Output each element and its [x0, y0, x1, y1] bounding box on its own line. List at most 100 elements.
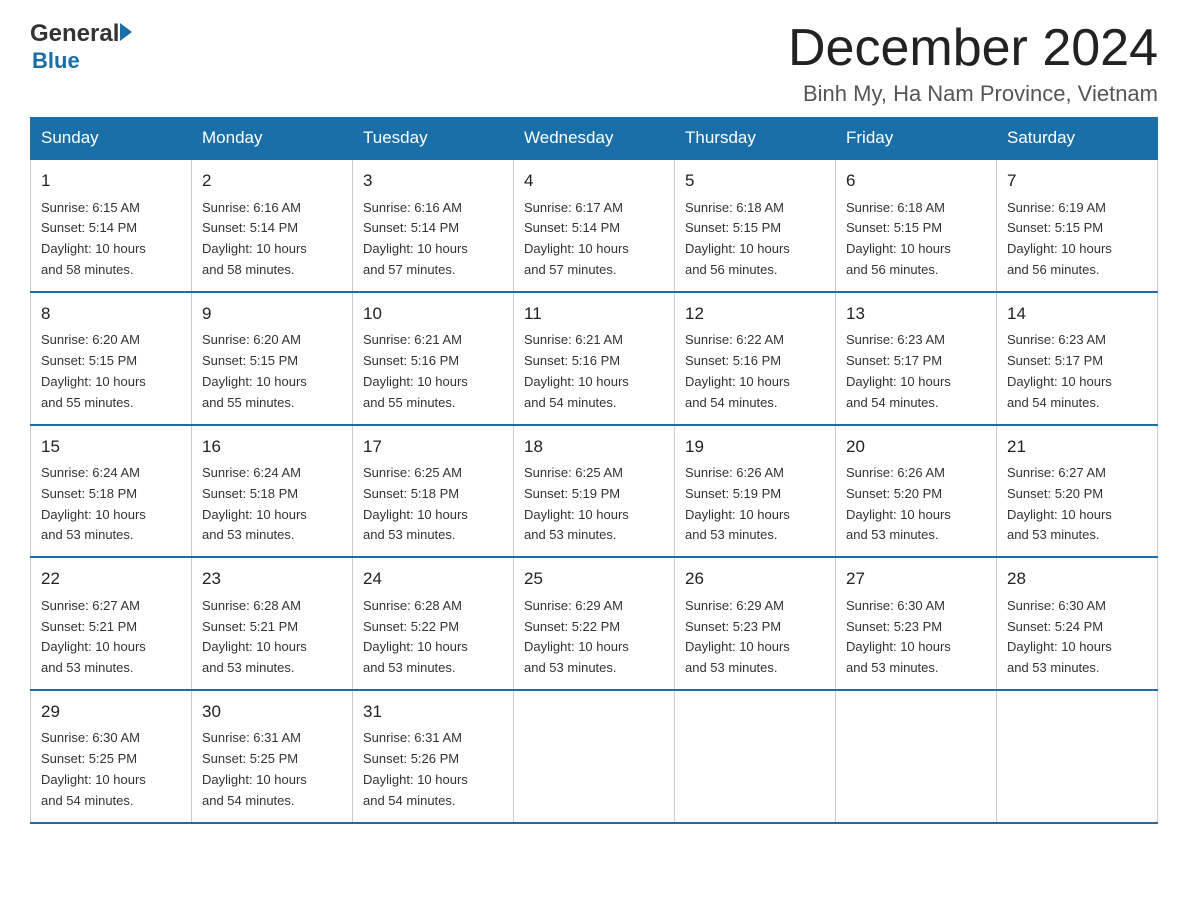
day-info: Sunrise: 6:15 AMSunset: 5:14 PMDaylight:…	[41, 200, 146, 277]
day-info: Sunrise: 6:16 AMSunset: 5:14 PMDaylight:…	[202, 200, 307, 277]
day-number: 31	[363, 699, 503, 725]
calendar-cell: 15 Sunrise: 6:24 AMSunset: 5:18 PMDaylig…	[31, 425, 192, 558]
calendar-cell: 29 Sunrise: 6:30 AMSunset: 5:25 PMDaylig…	[31, 690, 192, 823]
header-thursday: Thursday	[675, 118, 836, 160]
day-info: Sunrise: 6:27 AMSunset: 5:21 PMDaylight:…	[41, 598, 146, 675]
calendar-cell: 24 Sunrise: 6:28 AMSunset: 5:22 PMDaylig…	[353, 557, 514, 690]
calendar-cell	[675, 690, 836, 823]
day-info: Sunrise: 6:30 AMSunset: 5:24 PMDaylight:…	[1007, 598, 1112, 675]
logo-arrow-icon	[120, 23, 132, 41]
day-number: 8	[41, 301, 181, 327]
day-number: 18	[524, 434, 664, 460]
day-info: Sunrise: 6:26 AMSunset: 5:19 PMDaylight:…	[685, 465, 790, 542]
title-area: December 2024 Binh My, Ha Nam Province, …	[788, 20, 1158, 107]
day-info: Sunrise: 6:17 AMSunset: 5:14 PMDaylight:…	[524, 200, 629, 277]
calendar-table: SundayMondayTuesdayWednesdayThursdayFrid…	[30, 117, 1158, 823]
day-number: 3	[363, 168, 503, 194]
day-number: 20	[846, 434, 986, 460]
day-info: Sunrise: 6:28 AMSunset: 5:21 PMDaylight:…	[202, 598, 307, 675]
calendar-cell: 6 Sunrise: 6:18 AMSunset: 5:15 PMDayligh…	[836, 159, 997, 292]
day-info: Sunrise: 6:20 AMSunset: 5:15 PMDaylight:…	[202, 332, 307, 409]
calendar-cell: 7 Sunrise: 6:19 AMSunset: 5:15 PMDayligh…	[997, 159, 1158, 292]
calendar-cell: 30 Sunrise: 6:31 AMSunset: 5:25 PMDaylig…	[192, 690, 353, 823]
day-number: 5	[685, 168, 825, 194]
week-row-4: 22 Sunrise: 6:27 AMSunset: 5:21 PMDaylig…	[31, 557, 1158, 690]
location-title: Binh My, Ha Nam Province, Vietnam	[788, 81, 1158, 107]
calendar-cell	[836, 690, 997, 823]
calendar-cell: 4 Sunrise: 6:17 AMSunset: 5:14 PMDayligh…	[514, 159, 675, 292]
day-number: 21	[1007, 434, 1147, 460]
day-number: 15	[41, 434, 181, 460]
day-info: Sunrise: 6:29 AMSunset: 5:23 PMDaylight:…	[685, 598, 790, 675]
week-row-3: 15 Sunrise: 6:24 AMSunset: 5:18 PMDaylig…	[31, 425, 1158, 558]
day-info: Sunrise: 6:21 AMSunset: 5:16 PMDaylight:…	[363, 332, 468, 409]
day-number: 11	[524, 301, 664, 327]
header-friday: Friday	[836, 118, 997, 160]
header-sunday: Sunday	[31, 118, 192, 160]
logo-general: General	[30, 20, 119, 48]
weekday-header-row: SundayMondayTuesdayWednesdayThursdayFrid…	[31, 118, 1158, 160]
day-number: 16	[202, 434, 342, 460]
week-row-1: 1 Sunrise: 6:15 AMSunset: 5:14 PMDayligh…	[31, 159, 1158, 292]
day-info: Sunrise: 6:18 AMSunset: 5:15 PMDaylight:…	[846, 200, 951, 277]
calendar-cell: 25 Sunrise: 6:29 AMSunset: 5:22 PMDaylig…	[514, 557, 675, 690]
day-info: Sunrise: 6:21 AMSunset: 5:16 PMDaylight:…	[524, 332, 629, 409]
day-number: 28	[1007, 566, 1147, 592]
day-number: 12	[685, 301, 825, 327]
logo-blue-text: Blue	[32, 48, 80, 74]
calendar-cell: 12 Sunrise: 6:22 AMSunset: 5:16 PMDaylig…	[675, 292, 836, 425]
day-number: 23	[202, 566, 342, 592]
calendar-cell: 20 Sunrise: 6:26 AMSunset: 5:20 PMDaylig…	[836, 425, 997, 558]
calendar-cell: 27 Sunrise: 6:30 AMSunset: 5:23 PMDaylig…	[836, 557, 997, 690]
day-info: Sunrise: 6:24 AMSunset: 5:18 PMDaylight:…	[41, 465, 146, 542]
calendar-cell: 9 Sunrise: 6:20 AMSunset: 5:15 PMDayligh…	[192, 292, 353, 425]
calendar-cell: 17 Sunrise: 6:25 AMSunset: 5:18 PMDaylig…	[353, 425, 514, 558]
day-number: 2	[202, 168, 342, 194]
week-row-2: 8 Sunrise: 6:20 AMSunset: 5:15 PMDayligh…	[31, 292, 1158, 425]
day-info: Sunrise: 6:27 AMSunset: 5:20 PMDaylight:…	[1007, 465, 1112, 542]
calendar-cell: 2 Sunrise: 6:16 AMSunset: 5:14 PMDayligh…	[192, 159, 353, 292]
day-info: Sunrise: 6:29 AMSunset: 5:22 PMDaylight:…	[524, 598, 629, 675]
page-header: General Blue December 2024 Binh My, Ha N…	[30, 20, 1158, 107]
calendar-cell: 22 Sunrise: 6:27 AMSunset: 5:21 PMDaylig…	[31, 557, 192, 690]
day-number: 10	[363, 301, 503, 327]
header-saturday: Saturday	[997, 118, 1158, 160]
calendar-cell: 18 Sunrise: 6:25 AMSunset: 5:19 PMDaylig…	[514, 425, 675, 558]
day-info: Sunrise: 6:20 AMSunset: 5:15 PMDaylight:…	[41, 332, 146, 409]
day-info: Sunrise: 6:31 AMSunset: 5:26 PMDaylight:…	[363, 730, 468, 807]
calendar-cell: 13 Sunrise: 6:23 AMSunset: 5:17 PMDaylig…	[836, 292, 997, 425]
day-number: 9	[202, 301, 342, 327]
week-row-5: 29 Sunrise: 6:30 AMSunset: 5:25 PMDaylig…	[31, 690, 1158, 823]
day-info: Sunrise: 6:30 AMSunset: 5:25 PMDaylight:…	[41, 730, 146, 807]
day-number: 25	[524, 566, 664, 592]
calendar-cell	[997, 690, 1158, 823]
calendar-cell	[514, 690, 675, 823]
calendar-cell: 26 Sunrise: 6:29 AMSunset: 5:23 PMDaylig…	[675, 557, 836, 690]
day-info: Sunrise: 6:22 AMSunset: 5:16 PMDaylight:…	[685, 332, 790, 409]
day-info: Sunrise: 6:23 AMSunset: 5:17 PMDaylight:…	[1007, 332, 1112, 409]
day-info: Sunrise: 6:25 AMSunset: 5:19 PMDaylight:…	[524, 465, 629, 542]
calendar-cell: 10 Sunrise: 6:21 AMSunset: 5:16 PMDaylig…	[353, 292, 514, 425]
calendar-cell: 14 Sunrise: 6:23 AMSunset: 5:17 PMDaylig…	[997, 292, 1158, 425]
day-info: Sunrise: 6:31 AMSunset: 5:25 PMDaylight:…	[202, 730, 307, 807]
header-tuesday: Tuesday	[353, 118, 514, 160]
calendar-cell: 23 Sunrise: 6:28 AMSunset: 5:21 PMDaylig…	[192, 557, 353, 690]
day-info: Sunrise: 6:25 AMSunset: 5:18 PMDaylight:…	[363, 465, 468, 542]
day-number: 7	[1007, 168, 1147, 194]
day-info: Sunrise: 6:30 AMSunset: 5:23 PMDaylight:…	[846, 598, 951, 675]
header-monday: Monday	[192, 118, 353, 160]
day-info: Sunrise: 6:19 AMSunset: 5:15 PMDaylight:…	[1007, 200, 1112, 277]
calendar-cell: 3 Sunrise: 6:16 AMSunset: 5:14 PMDayligh…	[353, 159, 514, 292]
calendar-cell: 19 Sunrise: 6:26 AMSunset: 5:19 PMDaylig…	[675, 425, 836, 558]
day-number: 30	[202, 699, 342, 725]
calendar-cell: 8 Sunrise: 6:20 AMSunset: 5:15 PMDayligh…	[31, 292, 192, 425]
day-number: 26	[685, 566, 825, 592]
calendar-cell: 31 Sunrise: 6:31 AMSunset: 5:26 PMDaylig…	[353, 690, 514, 823]
month-title: December 2024	[788, 20, 1158, 77]
day-number: 22	[41, 566, 181, 592]
day-number: 24	[363, 566, 503, 592]
day-number: 6	[846, 168, 986, 194]
day-number: 29	[41, 699, 181, 725]
calendar-cell: 16 Sunrise: 6:24 AMSunset: 5:18 PMDaylig…	[192, 425, 353, 558]
day-info: Sunrise: 6:18 AMSunset: 5:15 PMDaylight:…	[685, 200, 790, 277]
